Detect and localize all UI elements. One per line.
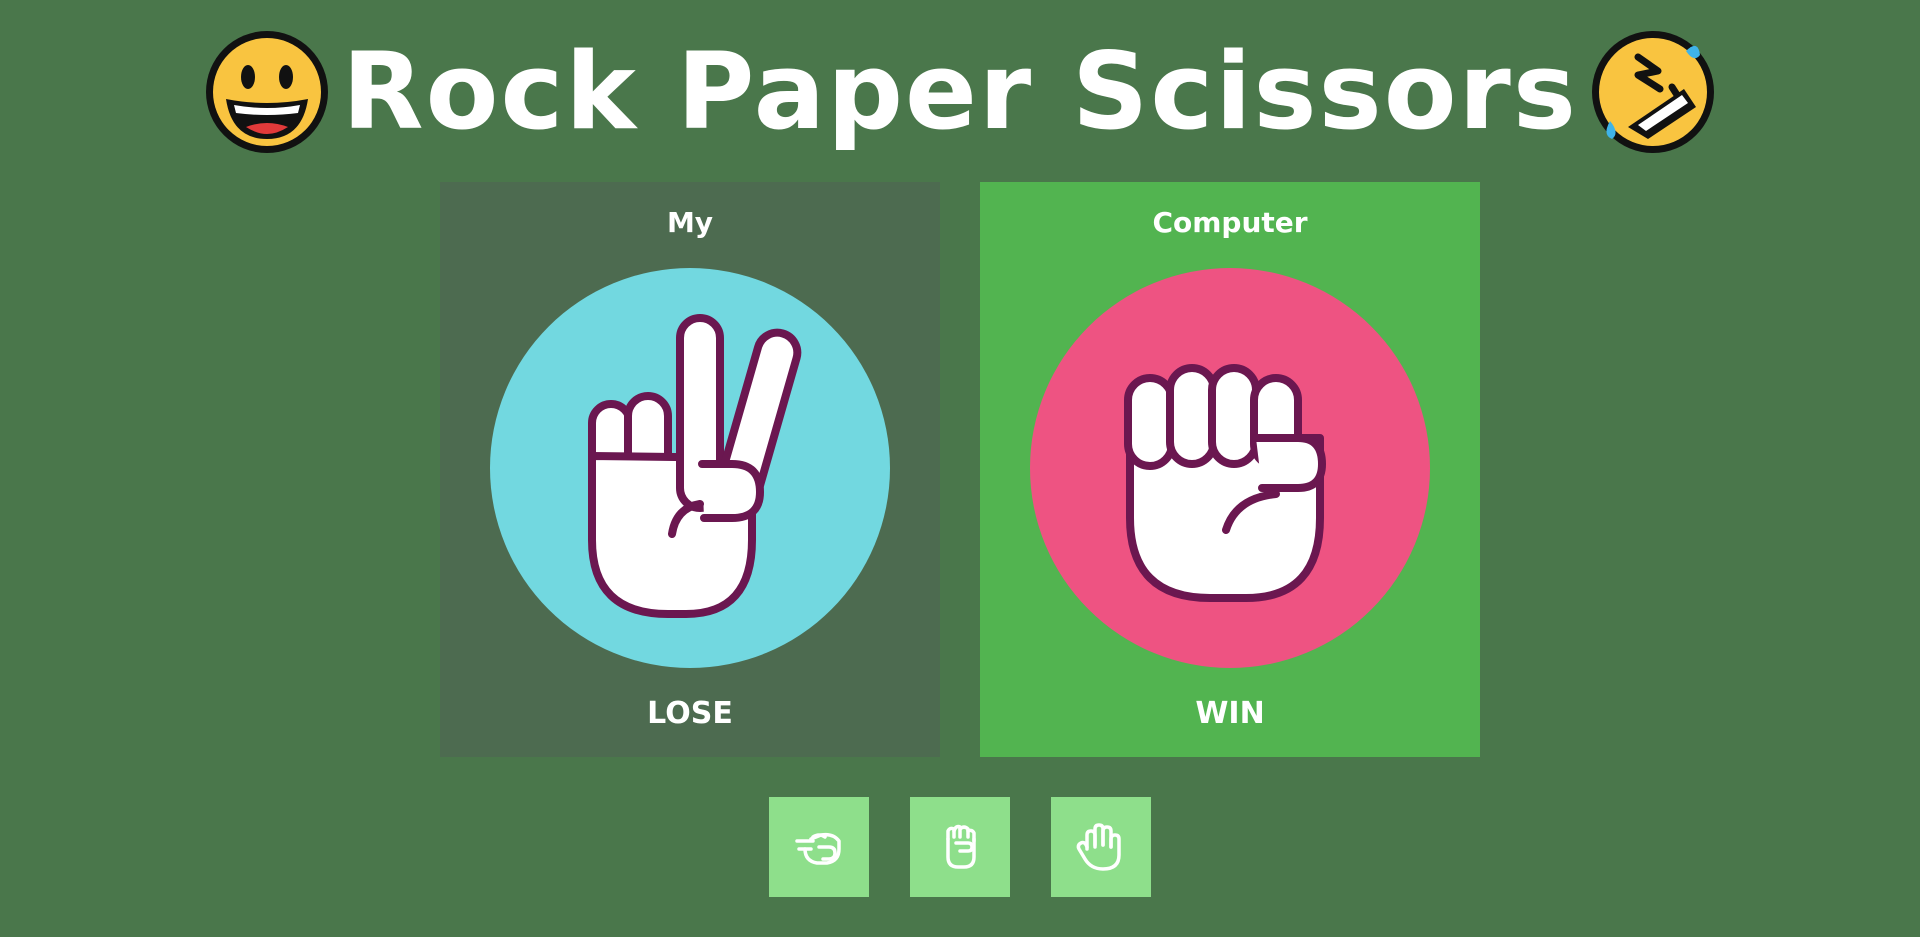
player-label: My xyxy=(666,206,714,239)
player-choice-display xyxy=(490,268,890,668)
rolling-on-floor-laughing-icon xyxy=(1591,31,1714,153)
scissors-button[interactable] xyxy=(769,797,869,897)
rock-fist-icon xyxy=(946,824,976,869)
scissors-hand-icon xyxy=(795,832,841,865)
computer-result: WIN xyxy=(1195,696,1265,731)
paper-hand-icon xyxy=(1076,823,1121,871)
computer-choice-display xyxy=(1030,268,1430,668)
choice-buttons xyxy=(769,797,1151,897)
computer-label: Computer xyxy=(1152,206,1308,239)
player-card: My LOSE xyxy=(440,182,940,757)
paper-button[interactable] xyxy=(1051,797,1151,897)
computer-card: Computer WIN xyxy=(980,182,1480,757)
rock-fist-icon xyxy=(1124,364,1326,602)
rock-button[interactable] xyxy=(910,797,1010,897)
header: Rock Paper Scissors xyxy=(0,22,1920,162)
page-title: Rock Paper Scissors xyxy=(342,30,1578,153)
scissors-hand-icon xyxy=(588,314,802,618)
player-result: LOSE xyxy=(647,696,733,731)
grinning-face-icon xyxy=(206,31,329,153)
